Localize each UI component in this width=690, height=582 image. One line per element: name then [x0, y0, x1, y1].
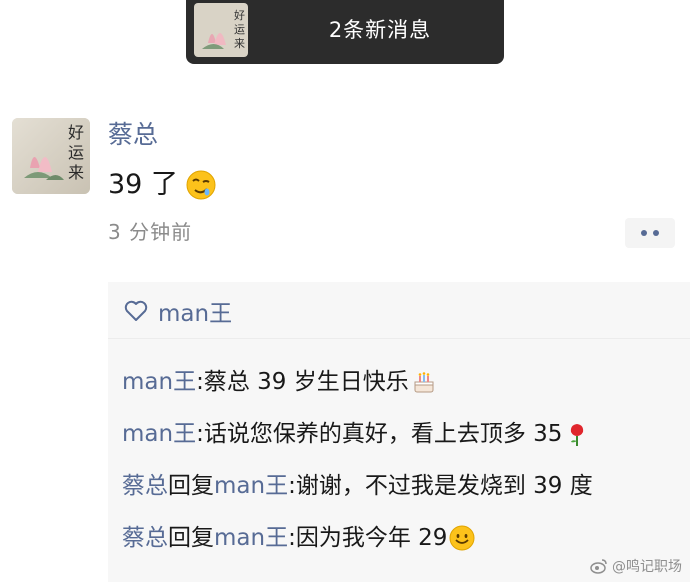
weibo-icon — [590, 559, 607, 574]
comment-colon: : — [288, 525, 296, 551]
reply-target[interactable]: man王 — [214, 469, 288, 503]
comment-text: 蔡总 39 岁生日快乐 — [203, 369, 409, 395]
more-actions-button[interactable] — [625, 218, 675, 248]
svg-text:运: 运 — [68, 143, 84, 162]
smiling-face-icon — [449, 525, 475, 551]
svg-text:来: 来 — [234, 37, 245, 50]
drooling-face-icon — [186, 170, 216, 200]
post-content: 39 了 — [108, 165, 216, 205]
comment-text: 话说您保养的真好，看上去顶多 35 — [203, 421, 563, 447]
rose-icon — [571, 424, 584, 446]
comment-author[interactable]: 蔡总 — [122, 521, 168, 555]
comment-author[interactable]: man王 — [122, 365, 196, 399]
comment-item[interactable]: 蔡总 回复 man王 : 谢谢，不过我是发烧到 39 度 — [122, 460, 690, 512]
watermark: @鸣记职场 — [590, 556, 682, 576]
comment-author[interactable]: 蔡总 — [122, 469, 168, 503]
watermark-text: @鸣记职场 — [612, 559, 682, 575]
svg-text:来: 来 — [68, 163, 84, 182]
svg-text:好: 好 — [68, 123, 84, 142]
comment-item[interactable]: man王 : 话说您保养的真好，看上去顶多 35 — [122, 408, 690, 460]
comment-list: man王 : 蔡总 39 岁生日快乐 man王 : 话说您保养的真好，看上去顶多… — [122, 356, 690, 564]
comment-colon: : — [288, 473, 296, 499]
comment-colon: : — [196, 421, 204, 447]
comment-colon: : — [196, 369, 204, 395]
comment-text: 因为我今年 29 — [295, 525, 448, 551]
reply-label: 回复 — [168, 525, 214, 551]
comment-author[interactable]: man王 — [122, 417, 196, 451]
svg-text:运: 运 — [234, 23, 245, 36]
likes-row: man王 — [124, 294, 232, 328]
banner-avatar: 好 运 来 — [194, 3, 248, 57]
heart-icon — [124, 300, 148, 321]
new-messages-banner[interactable]: 好 运 来 2条新消息 — [186, 0, 504, 64]
reply-label: 回复 — [168, 473, 214, 499]
divider — [108, 338, 690, 339]
author-avatar[interactable]: 好 运 来 — [12, 118, 90, 194]
banner-text: 2条新消息 — [328, 18, 432, 42]
birthday-cake-icon — [414, 372, 434, 393]
author-name[interactable]: 蔡总 — [108, 118, 158, 152]
more-dot-icon — [641, 230, 647, 236]
more-dot-icon — [653, 230, 659, 236]
comment-item[interactable]: man王 : 蔡总 39 岁生日快乐 — [122, 356, 690, 408]
post-text: 39 了 — [108, 169, 178, 200]
liker-name[interactable]: man王 — [158, 294, 232, 328]
likes-comments-panel: man王 man王 : 蔡总 39 岁生日快乐 man王 : 话说您保养的真好，… — [108, 282, 690, 582]
post-timestamp: 3 分钟前 — [108, 220, 193, 244]
comment-text: 谢谢，不过我是发烧到 39 度 — [295, 473, 593, 499]
reply-target[interactable]: man王 — [214, 521, 288, 555]
svg-text:好: 好 — [234, 8, 245, 22]
